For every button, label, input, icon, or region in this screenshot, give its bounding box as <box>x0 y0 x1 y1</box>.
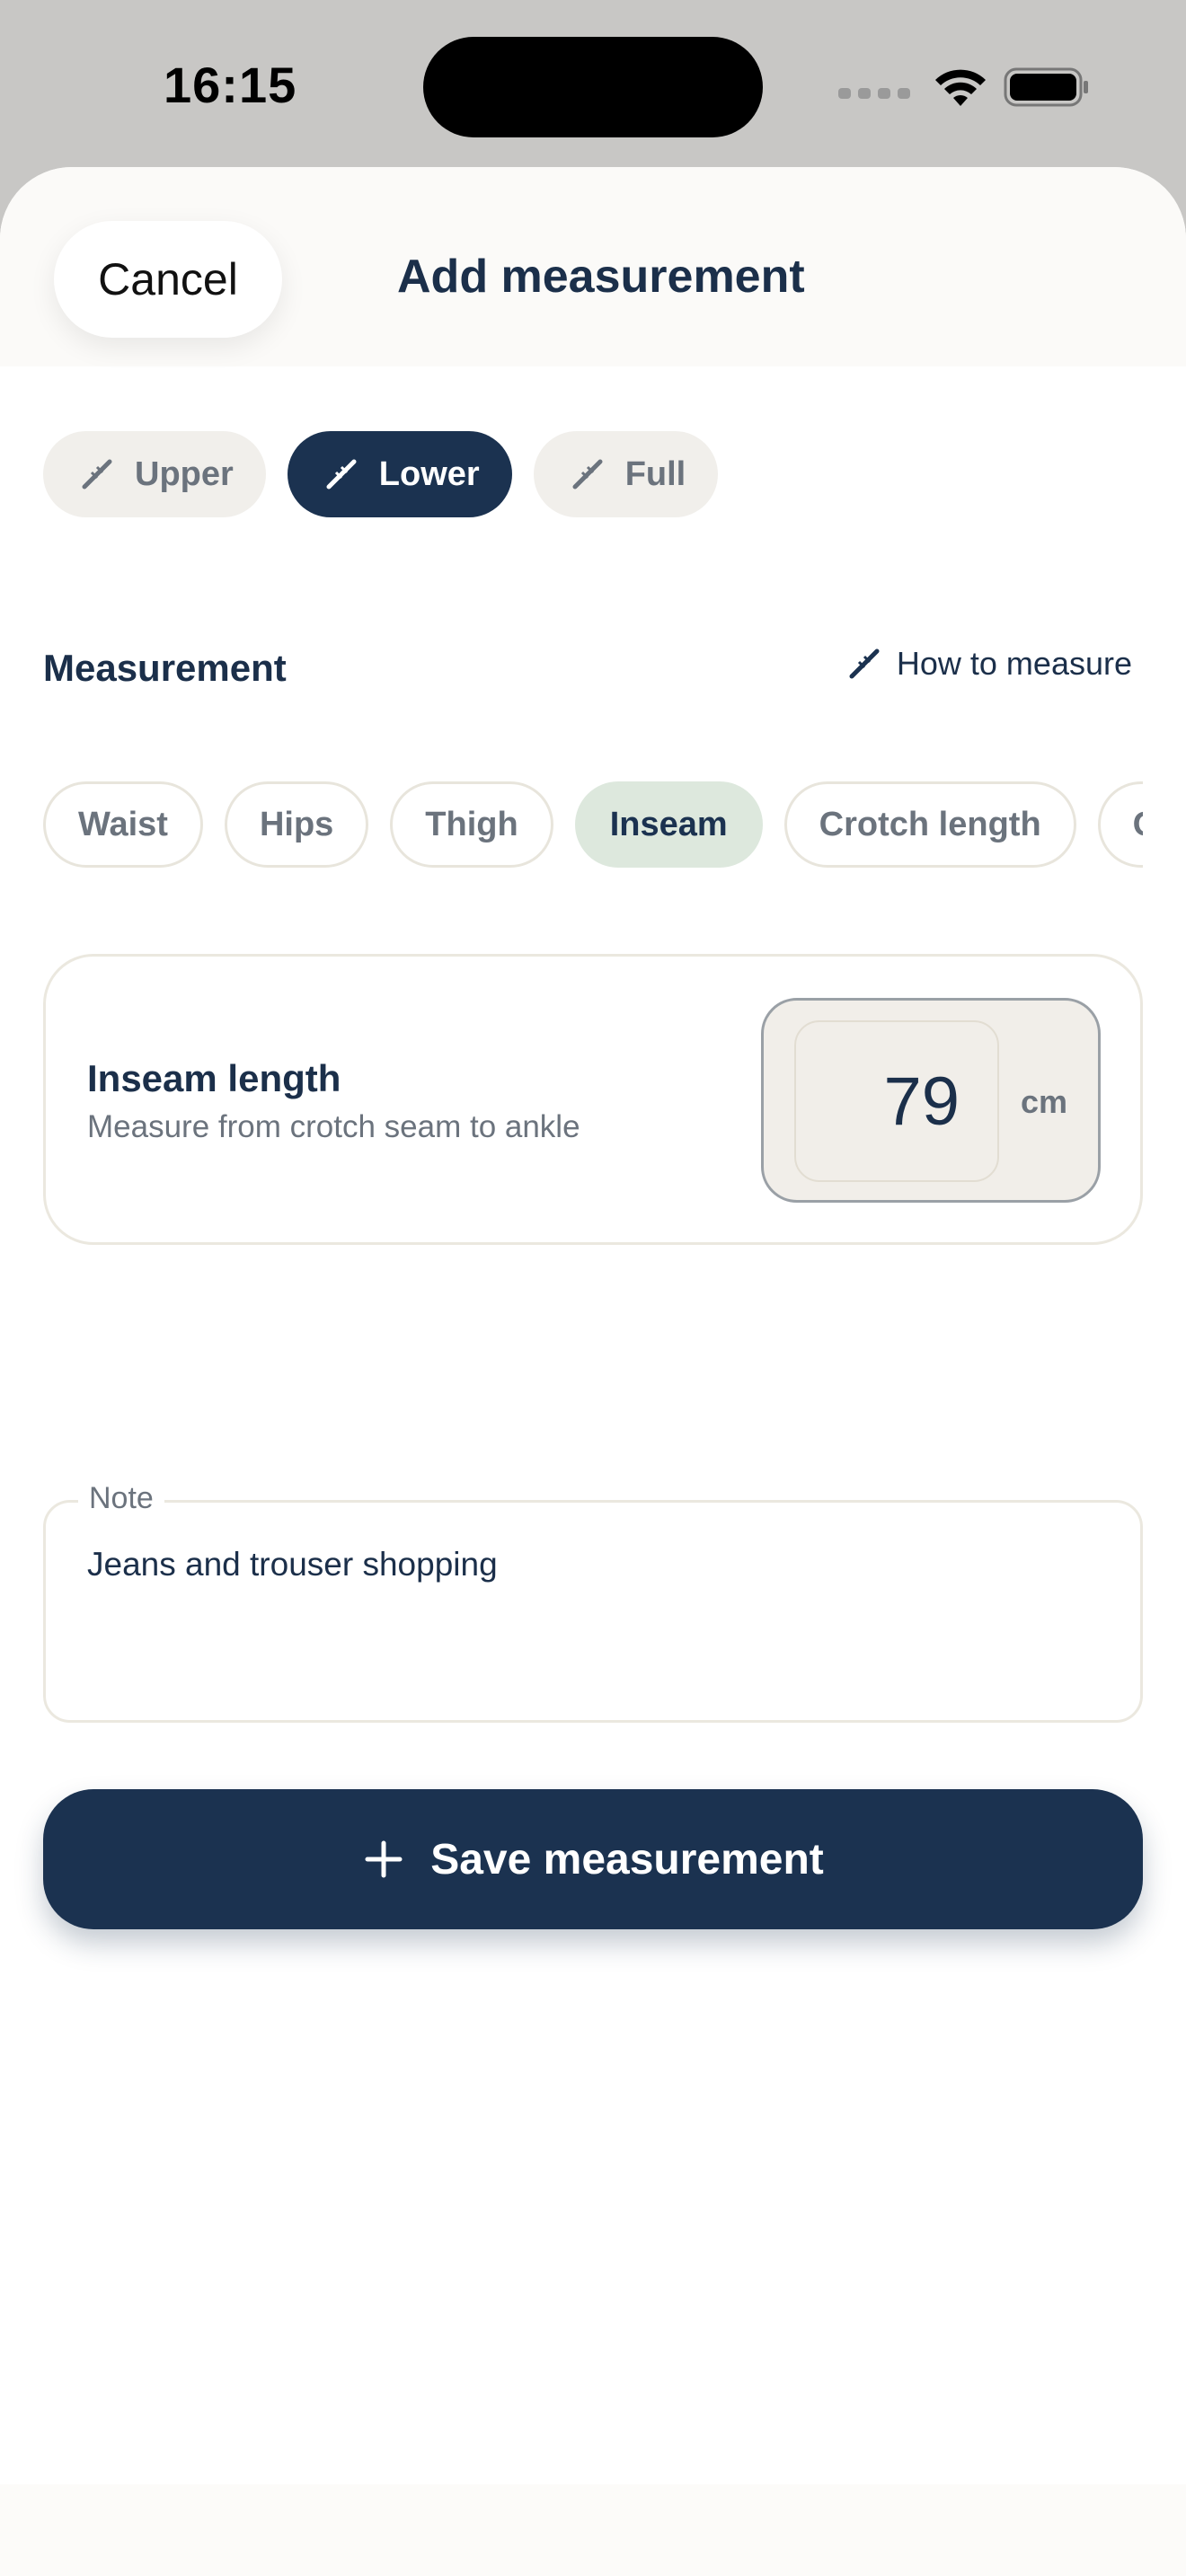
how-to-measure-link[interactable]: How to measure <box>846 645 1132 683</box>
ruler-icon <box>572 459 603 490</box>
measurement-section-label: Measurement <box>43 647 287 689</box>
wifi-icon <box>935 69 986 106</box>
segment-label: Upper <box>135 454 234 493</box>
save-label: Save measurement <box>430 1835 824 1883</box>
measurement-card: Inseam length Measure from crotch seam t… <box>43 954 1143 1245</box>
sheet-header: Cancel Add measurement <box>0 167 1186 366</box>
page-title: Add measurement <box>397 251 805 303</box>
battery-icon <box>1004 67 1088 107</box>
status-icons <box>838 65 1090 110</box>
segment-lower[interactable]: Lower <box>287 431 512 517</box>
chip-crotch-length[interactable]: Crotch length <box>783 781 1076 868</box>
chip-inseam[interactable]: Inseam <box>574 781 763 868</box>
chip-thigh[interactable]: Thigh <box>390 781 553 868</box>
segment-full[interactable]: Full <box>533 431 719 517</box>
chip-outseam[interactable]: Outseam <box>1097 781 1143 868</box>
status-time: 16:15 <box>164 57 297 113</box>
cancel-button[interactable]: Cancel <box>54 221 282 338</box>
chip-waist[interactable]: Waist <box>43 781 203 868</box>
segment-label: Lower <box>378 454 480 493</box>
cellular-signal-icon <box>838 88 910 99</box>
ruler-icon <box>849 648 880 679</box>
ruler-icon <box>326 459 357 490</box>
body-region-segments: Upper Lower Full <box>43 431 719 517</box>
segment-upper[interactable]: Upper <box>43 431 266 517</box>
plus-icon <box>365 1840 403 1878</box>
status-bar: 16:15 <box>0 0 1186 171</box>
unit-label: cm <box>1021 1083 1068 1120</box>
chip-hips[interactable]: Hips <box>224 781 369 868</box>
add-measurement-sheet: Cancel Add measurement Upper Lower Full … <box>0 167 1186 2576</box>
measurement-chips-scroller[interactable]: Waist Hips Thigh Inseam Crotch length Ou… <box>43 781 1143 871</box>
dynamic-island <box>423 37 763 137</box>
bottom-strip <box>0 2484 1186 2576</box>
note-text[interactable]: Jeans and trouser shopping <box>87 1546 498 1584</box>
note-label: Note <box>78 1481 164 1516</box>
value-field-container: cm <box>761 998 1101 1203</box>
note-field[interactable]: Note Jeans and trouser shopping <box>43 1481 1143 1723</box>
measurement-value-input[interactable] <box>794 1020 999 1182</box>
measurement-description: Measure from crotch seam to ankle <box>87 1109 580 1144</box>
how-to-measure-label: How to measure <box>896 645 1132 682</box>
save-measurement-button[interactable]: Save measurement <box>43 1789 1143 1929</box>
measurement-title: Inseam length <box>87 1057 341 1099</box>
segment-label: Full <box>624 454 686 493</box>
ruler-icon <box>82 459 112 490</box>
